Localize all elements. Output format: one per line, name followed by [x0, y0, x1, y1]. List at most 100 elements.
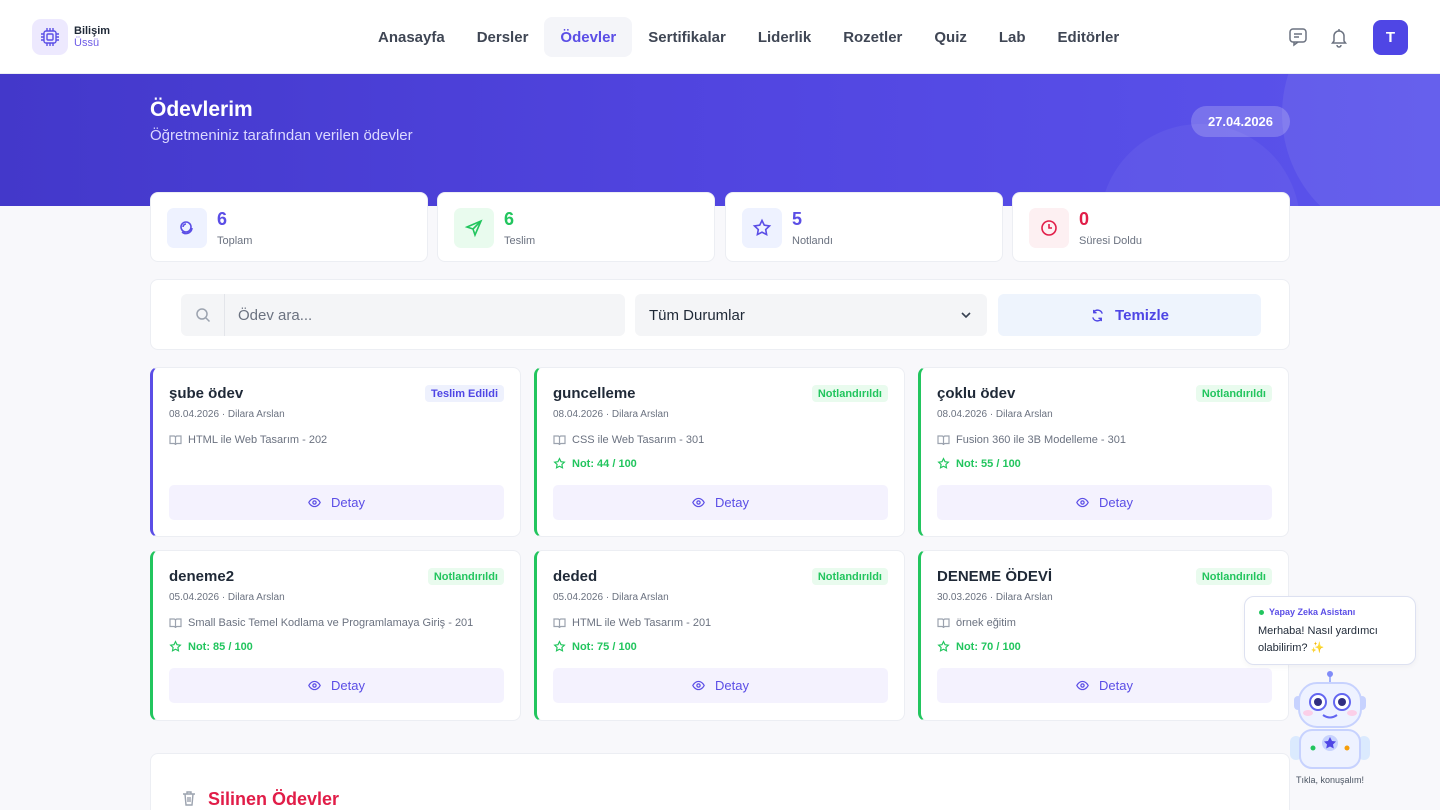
filter-bar: Tüm Durumlar Temizle	[150, 279, 1290, 350]
clear-filters-button[interactable]: Temizle	[998, 294, 1261, 336]
star-icon	[169, 640, 182, 652]
assignment-card: deneme2 Notlandırıldı 05.04.2026 · Dilara …	[150, 550, 521, 721]
detail-button[interactable]: Detay	[553, 668, 888, 703]
stat-value: 6	[217, 209, 228, 229]
assignment-card: guncelleme Notlandırıldı 08.04.2026 · Dila…	[534, 367, 905, 537]
detail-button-label: Detay	[1099, 678, 1133, 693]
assignment-title: DENEME ÖDEVİ	[937, 568, 1053, 585]
assignment-meta: 08.04.2026 · Dilara Arslan	[553, 409, 669, 420]
assignment-title: deded	[553, 568, 598, 585]
assignment-card: deded Notlandırıldı 05.04.2026 · Dilara Ar…	[534, 550, 905, 721]
status-badge: Teslim Edildi	[424, 385, 504, 402]
message-icon[interactable]	[1287, 26, 1309, 48]
nav-item-4[interactable]: Liderlik	[742, 17, 827, 57]
course-name: Small Basic Temel Kodlama ve Programlama…	[188, 617, 474, 629]
chevron-down-icon	[961, 312, 971, 319]
status-badge: Notlandırıldı	[811, 385, 888, 402]
ai-assistant-bubble[interactable]: Yapay Zeka Asistanı Merhaba! Nasıl yardı…	[1244, 596, 1416, 665]
grade-text: Not: 44 / 100	[572, 457, 637, 470]
refresh-icon	[1092, 308, 1103, 322]
stat-card: 6 Toplam	[150, 192, 428, 262]
eye-icon	[692, 680, 705, 691]
assignment-meta: 30.03.2026 · Dilara Arslan	[937, 592, 1053, 603]
status-badge: Notlandırıldı	[811, 568, 888, 585]
assignment-course: HTML ile Web Tasarım - 202	[169, 434, 327, 446]
brand-logo[interactable]: Bilişim Üssü	[32, 19, 110, 55]
main-menu: Anasayfa Dersler Ödevler Sertifikalar Liderl…	[362, 17, 1135, 57]
nav-item-6[interactable]: Quiz	[918, 17, 983, 57]
detail-button-label: Detay	[331, 678, 365, 693]
grade-text: Not: 85 / 100	[188, 640, 253, 653]
user-avatar[interactable]: T	[1373, 20, 1408, 55]
nav-item-8[interactable]: Editörler	[1042, 17, 1136, 57]
detail-button-label: Detay	[1099, 495, 1133, 510]
assignment-grade: Not: 44 / 100	[553, 457, 637, 470]
page-header: Ödevlerim Öğretmeniniz tarafından verile…	[0, 74, 1440, 206]
grade-text: Not: 55 / 100	[956, 457, 1021, 470]
detail-button-label: Detay	[331, 495, 365, 510]
chip-icon	[32, 19, 68, 55]
book-icon	[937, 435, 950, 446]
course-name: örnek eğitim	[956, 617, 1016, 629]
status-select[interactable]: Tüm Durumlar	[635, 294, 987, 336]
nav-item-3[interactable]: Sertifikalar	[632, 17, 742, 57]
bell-icon[interactable]	[1328, 26, 1350, 48]
robot-mascot-icon[interactable]	[1286, 670, 1374, 772]
assignment-title: deneme2	[169, 568, 235, 585]
assignment-grade: Not: 70 / 100	[937, 640, 1021, 653]
stat-card: 6 Teslim	[437, 192, 715, 262]
detail-button-label: Detay	[715, 495, 749, 510]
stack-icon	[167, 208, 207, 248]
status-select-value: Tüm Durumlar	[649, 306, 745, 324]
stat-value: 0	[1079, 209, 1090, 229]
deleted-assignments-title: Silinen Ödevler	[208, 789, 340, 809]
detail-button[interactable]: Detay	[937, 485, 1272, 520]
assignment-grade: Not: 75 / 100	[553, 640, 637, 653]
assignment-course: örnek eğitim	[937, 617, 1016, 629]
nav-item-2[interactable]: Ödevler	[544, 17, 633, 57]
stat-label: Teslim	[504, 235, 536, 247]
stat-card: 0 Süresi Doldu	[1012, 192, 1290, 262]
assignment-grade: Not: 85 / 100	[169, 640, 253, 653]
book-icon	[553, 435, 566, 446]
stat-card: 5 Notlandı	[725, 192, 1003, 262]
grade-text: Not: 75 / 100	[572, 640, 637, 653]
stat-label: Toplam	[217, 235, 253, 247]
eye-icon	[308, 680, 321, 691]
eye-icon	[692, 497, 705, 508]
assignment-meta: 05.04.2026 · Dilara Arslan	[169, 592, 285, 603]
nav-item-7[interactable]: Lab	[983, 17, 1042, 57]
top-navbar: Bilişim Üssü Anasayfa Dersler Ödevler Serti…	[0, 0, 1440, 74]
detail-button[interactable]: Detay	[169, 668, 504, 703]
nav-item-5[interactable]: Rozetler	[827, 17, 918, 57]
clock-icon	[1029, 208, 1069, 248]
course-name: CSS ile Web Tasarım - 301	[572, 434, 705, 446]
send-icon	[454, 208, 494, 248]
star-icon	[553, 457, 566, 469]
book-icon	[937, 618, 950, 629]
stat-value: 5	[792, 209, 803, 229]
assignment-course: HTML ile Web Tasarım - 201	[553, 617, 711, 629]
stat-value: 6	[504, 209, 515, 229]
assignment-title: çoklu ödev	[937, 385, 1016, 402]
assignment-meta: 05.04.2026 · Dilara Arslan	[553, 592, 669, 603]
ai-assistant-name: Yapay Zeka Asistanı	[1269, 607, 1356, 617]
detail-button[interactable]: Detay	[937, 668, 1272, 703]
nav-item-1[interactable]: Dersler	[461, 17, 545, 57]
detail-button[interactable]: Detay	[169, 485, 504, 520]
search-input[interactable]	[225, 294, 625, 336]
page-title: Ödevlerim	[150, 98, 253, 121]
book-icon	[169, 618, 182, 629]
search-icon	[181, 294, 225, 336]
nav-item-0[interactable]: Anasayfa	[362, 17, 461, 57]
search-box	[181, 294, 625, 336]
grade-text: Not: 70 / 100	[956, 640, 1021, 653]
detail-button[interactable]: Detay	[553, 485, 888, 520]
assignment-title: şube ödev	[169, 385, 244, 402]
ai-assistant-message: Merhaba! Nasıl yardımcı olabilirim? ✨	[1258, 625, 1378, 654]
book-icon	[169, 435, 182, 446]
assignment-course: Small Basic Temel Kodlama ve Programlama…	[169, 617, 473, 629]
star-icon	[742, 208, 782, 248]
brand-subname: Üssü	[74, 37, 100, 49]
online-dot	[1259, 609, 1264, 615]
